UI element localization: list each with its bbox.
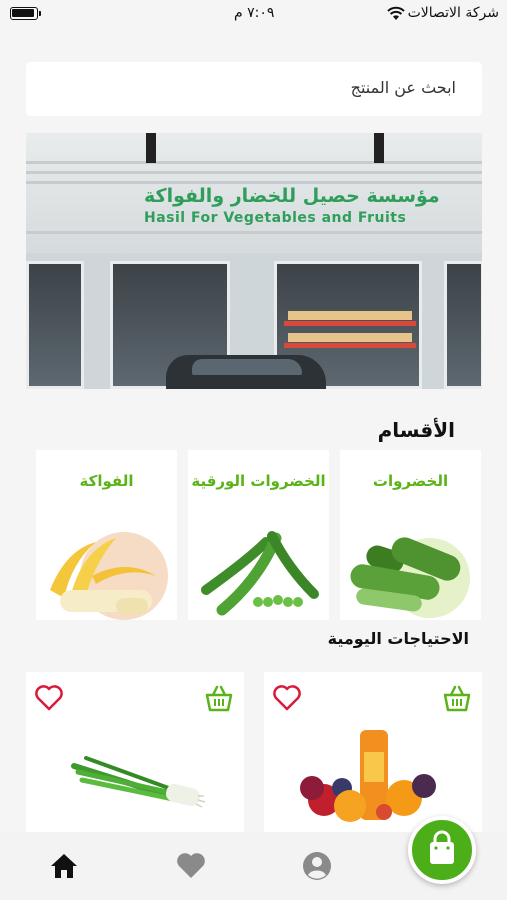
daily-needs-title: الاحتياجات اليومية [327,629,469,648]
category-label: الخضروات [372,472,449,490]
category-card-leafy-greens[interactable]: الخضروات الورقية [188,450,329,620]
banner-lamp [374,133,384,163]
banner-shelf [284,343,416,348]
store-sign-english: Hasil For Vegetables and Fruits [144,210,407,226]
wifi-icon [387,6,405,20]
banner-goods [288,311,412,320]
banner-stripe [26,171,482,174]
categories-title: الأقسام [377,418,455,442]
home-icon[interactable] [48,850,80,882]
basket-icon[interactable] [442,684,472,714]
heart-icon[interactable] [175,850,207,882]
store-banner-image: مؤسسة حصيل للخضار والفواكة Hasil For Veg… [26,133,482,389]
basket-icon[interactable] [204,684,234,714]
product-card[interactable] [26,672,244,842]
carrier-name: شركة الاتصالات [407,5,499,21]
banner-goods [288,333,412,342]
shopping-bag-icon [430,830,454,864]
cart-fab-button[interactable] [408,816,476,884]
banner-stripe [26,181,482,184]
category-card-fruits[interactable]: الفواكة [36,450,177,620]
category-label: الخضروات الورقية [191,472,326,490]
store-sign-arabic: مؤسسة حصيل للخضار والفواكة [144,185,440,207]
banner-window [444,261,482,389]
status-bar: ٧:٠٩ م شركة الاتصالات [0,0,507,28]
battery-level [12,9,34,17]
heart-icon[interactable] [272,684,302,712]
battery-icon [10,7,41,20]
profile-icon[interactable] [301,850,333,882]
banner-window [26,261,84,389]
status-time: ٧:٠٩ م [234,5,275,21]
category-card-vegetables[interactable]: الخضروات [340,450,481,620]
banner-stripe [26,231,482,234]
search-input[interactable] [156,78,456,97]
banner-car-window [192,359,302,375]
banner-lamp [146,133,156,163]
heart-icon[interactable] [34,684,64,712]
search-box[interactable] [26,62,482,116]
category-label: الفواكة [79,472,134,490]
banner-shelf [284,321,416,326]
banner-stripe [26,161,482,164]
